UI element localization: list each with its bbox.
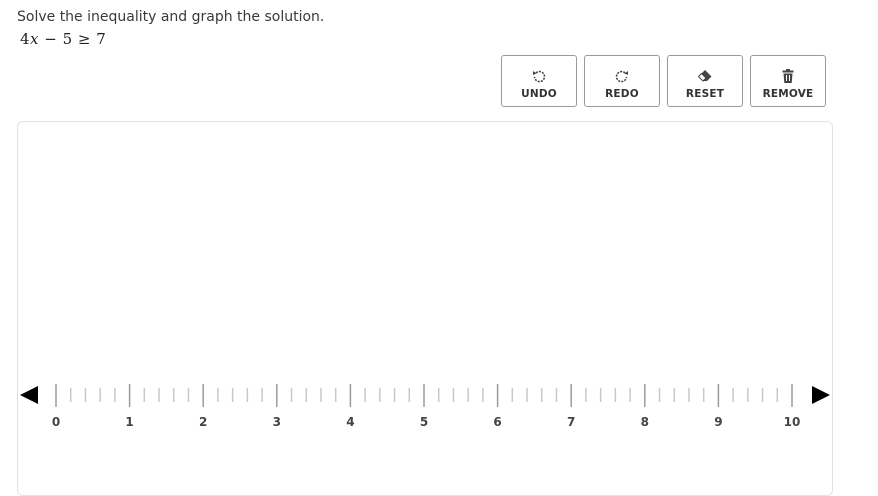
tick-label: 10	[784, 415, 801, 429]
number-line[interactable]: 0 1 2 3 4 5 6 7 8 9 10	[0, 0, 878, 487]
left-arrow-icon	[20, 386, 38, 404]
tick-label: 6	[493, 415, 501, 429]
tick-label: 9	[714, 415, 722, 429]
tick-label: 0	[52, 415, 60, 429]
tick-label: 5	[420, 415, 428, 429]
tick-label: 2	[199, 415, 207, 429]
tick-label: 8	[641, 415, 649, 429]
tick-label: 3	[273, 415, 281, 429]
tick-label: 7	[567, 415, 575, 429]
tick-label: 4	[346, 415, 354, 429]
right-arrow-icon	[812, 386, 830, 404]
tick-label: 1	[125, 415, 133, 429]
